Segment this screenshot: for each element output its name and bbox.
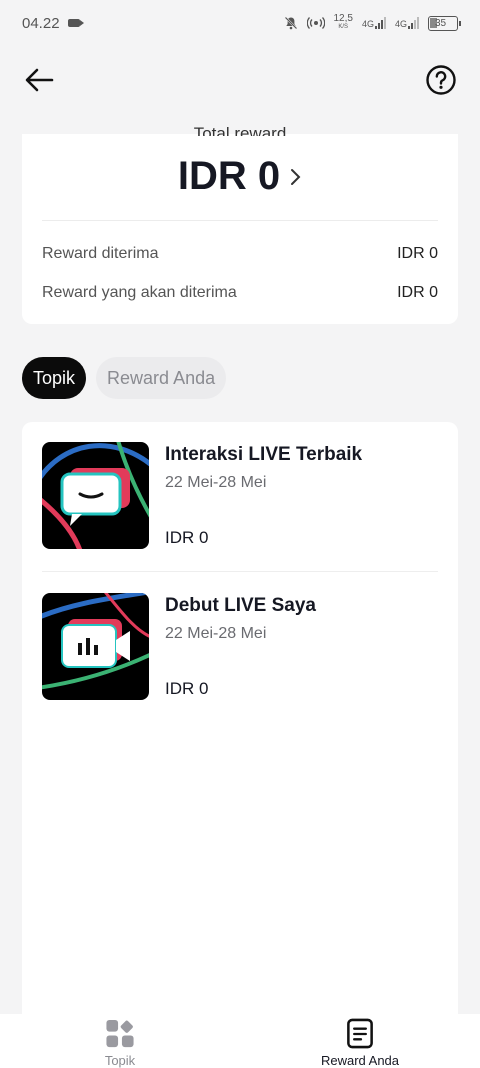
topic-title: Interaksi LIVE Terbaik: [165, 444, 363, 465]
network-speed: 12,5 K/S: [333, 13, 353, 31]
back-button[interactable]: [22, 63, 56, 97]
topic-amount: IDR 0: [165, 679, 209, 698]
help-button[interactable]: [424, 63, 458, 97]
signal-2: 4G: [395, 17, 419, 29]
reward-received-value: IDR 0: [397, 245, 438, 262]
topic-list: Interaksi LIVE Terbaik 22 Mei-28 Mei IDR…: [22, 422, 458, 1042]
total-reward-label: Total reward: [193, 124, 287, 136]
status-time: 04.22: [22, 14, 60, 32]
list-item[interactable]: Interaksi LIVE Terbaik 22 Mei-28 Mei IDR…: [42, 442, 438, 550]
divider: [42, 571, 438, 572]
rewards-document-icon: [347, 1018, 373, 1049]
signal-1: 4G: [362, 17, 386, 29]
live-interaction-icon: [42, 442, 149, 549]
help-icon: [426, 65, 456, 95]
reward-received-row: Reward diterima IDR 0: [42, 242, 438, 266]
reward-received-label: Reward diterima: [42, 245, 159, 262]
topic-date: 22 Mei-28 Mei: [165, 625, 267, 642]
divider: [42, 220, 438, 221]
mute-bell-icon: [284, 16, 297, 30]
topic-date: 22 Mei-28 Mei: [165, 474, 267, 491]
live-debut-icon: [42, 593, 149, 700]
reward-pending-value: IDR 0: [397, 284, 438, 301]
reward-pending-label: Reward yang akan diterima: [42, 284, 237, 301]
nav-reward-anda[interactable]: Reward Anda: [240, 1014, 480, 1068]
reward-summary-card: Total reward IDR 0 Reward diterima IDR 0…: [22, 124, 458, 324]
back-arrow-icon: [25, 68, 54, 92]
tab-topik[interactable]: Topik: [22, 357, 87, 399]
signal-bars-icon: [374, 17, 386, 29]
total-reward-amount: IDR 0: [177, 154, 281, 198]
reward-pending-row: Reward yang akan diterima IDR 0: [42, 281, 438, 305]
tab-reward-anda[interactable]: Reward Anda: [96, 357, 227, 399]
hotspot-icon: [306, 17, 325, 29]
bottom-nav: Topik Reward Anda: [0, 1014, 480, 1068]
battery-icon: 35: [428, 15, 461, 31]
list-item[interactable]: Debut LIVE Saya 22 Mei-28 Mei IDR 0: [42, 593, 438, 701]
status-bar: 04.22 12,5 K/S 4G 4G 35: [0, 0, 480, 46]
tab-bar: Topik Reward Anda: [22, 357, 227, 399]
signal-bars-icon: [408, 17, 419, 29]
chevron-right-icon: [291, 168, 301, 185]
topics-grid-icon: [106, 1019, 134, 1048]
nav-topik-label: Topik: [104, 1053, 136, 1068]
top-nav-bar: [0, 50, 480, 110]
topic-amount: IDR 0: [165, 528, 209, 547]
nav-topik[interactable]: Topik: [0, 1014, 240, 1068]
screen-record-icon: [67, 19, 84, 27]
nav-reward-anda-label: Reward Anda: [320, 1053, 400, 1068]
total-reward-amount-link[interactable]: IDR 0: [22, 154, 458, 199]
topic-title: Debut LIVE Saya: [165, 595, 316, 616]
